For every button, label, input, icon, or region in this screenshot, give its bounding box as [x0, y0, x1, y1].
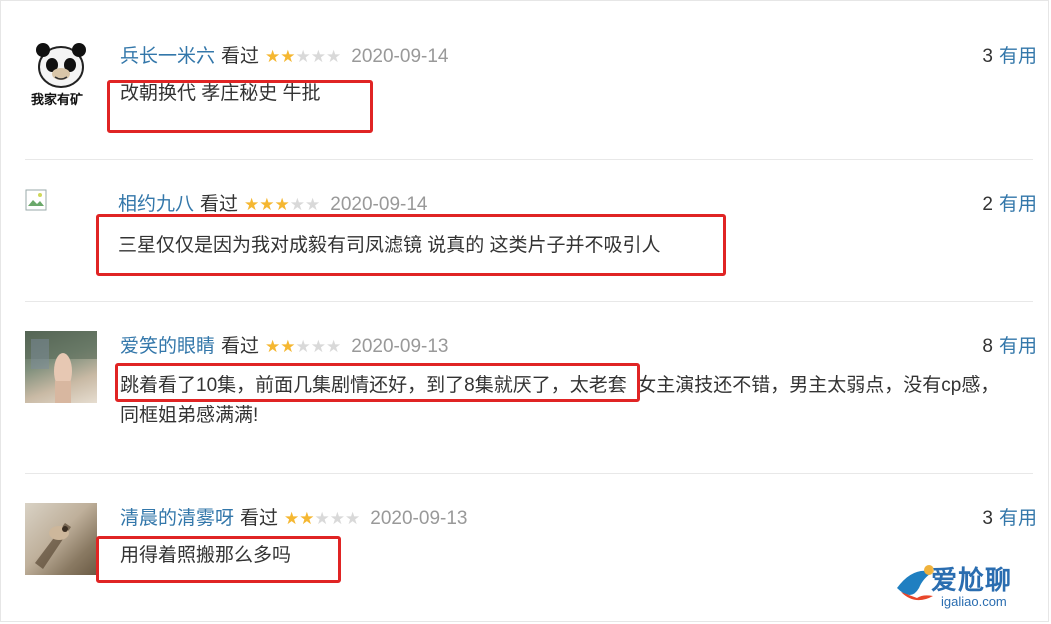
star-filled-icon: ★: [244, 195, 260, 214]
avatar[interactable]: 我家有矿: [25, 41, 97, 113]
photo-avatar-icon: [25, 331, 97, 403]
broken-image-icon: [25, 189, 47, 211]
review-comment: 改朝换代 孝庄秘史 牛批: [120, 83, 321, 104]
watched-label: 看过: [200, 194, 239, 215]
star-empty-icon: ★: [295, 47, 311, 66]
review-comment: 跳着看了10集，前面几集剧情还好，到了8集就厌了，太老套 女主演技还不错，男主太…: [120, 371, 1030, 431]
avatar[interactable]: [25, 331, 97, 403]
useful-button[interactable]: 有用: [999, 46, 1037, 67]
review-meta: 清晨的清雾呀 看过 ★★★★★ 2020-09-13: [120, 507, 467, 531]
star-filled-icon: ★: [265, 47, 281, 66]
star-empty-icon: ★: [310, 47, 327, 66]
useful-vote: 2 有用: [982, 193, 1037, 217]
watched-label: 看过: [221, 46, 260, 67]
review-date: 2020-09-14: [330, 194, 428, 215]
review-comment-line: 跳着看了10集，前面几集剧情还好，到了8集就厌了，太老套 女主演技还不错，男主太…: [120, 375, 1000, 396]
star-filled-icon: ★: [280, 47, 296, 66]
username-link[interactable]: 相约九八: [118, 194, 194, 215]
rating-stars: ★★★★★: [265, 337, 341, 356]
site-watermark: 爱尬聊 igaliao.com: [893, 554, 1043, 618]
useful-button[interactable]: 有用: [999, 508, 1037, 529]
review-item: 爱笑的眼睛 看过 ★★★★★ 2020-09-13 8 有用 跳着看了10集，前面几集剧…: [25, 331, 1037, 451]
review-item: 我家有矿 兵长一米六 看过 ★★★★★ 2020-09-14 3 有用 改朝换代 孝庄秘…: [25, 41, 1037, 141]
star-empty-icon: ★: [329, 509, 346, 528]
review-item: 相约九八 看过 ★★★★★ 2020-09-14 2 有用 三星仅仅是因为我对成毅有司凤…: [25, 189, 1037, 289]
review-comment-line: 同框姐弟感满满!: [120, 405, 259, 426]
username-link[interactable]: 兵长一米六: [120, 46, 215, 67]
star-empty-icon: ★: [326, 47, 342, 66]
useful-vote: 3 有用: [982, 45, 1037, 69]
star-filled-icon: ★: [265, 337, 281, 356]
star-filled-icon: ★: [284, 509, 300, 528]
useful-count: 8: [982, 336, 993, 357]
review-list-frame: 我家有矿 兵长一米六 看过 ★★★★★ 2020-09-14 3 有用 改朝换代 孝庄秘…: [0, 0, 1049, 622]
useful-vote: 3 有用: [982, 507, 1037, 531]
useful-button[interactable]: 有用: [999, 194, 1037, 215]
watermark-subtext: igaliao.com: [941, 594, 1007, 609]
star-empty-icon: ★: [305, 195, 321, 214]
review-date: 2020-09-14: [351, 46, 449, 67]
review-item: 清晨的清雾呀 看过 ★★★★★ 2020-09-13 3 有用 用得着照搬那么多吗: [25, 503, 1037, 603]
watched-label: 看过: [240, 508, 279, 529]
review-date: 2020-09-13: [370, 508, 468, 529]
star-filled-icon: ★: [274, 195, 290, 214]
useful-count: 2: [982, 194, 993, 215]
star-filled-icon: ★: [259, 195, 275, 214]
review-date: 2020-09-13: [351, 336, 449, 357]
review-meta: 爱笑的眼睛 看过 ★★★★★ 2020-09-13: [120, 335, 448, 359]
star-empty-icon: ★: [345, 509, 361, 528]
rating-stars: ★★★★★: [265, 47, 341, 66]
divider: [25, 473, 1033, 474]
username-link[interactable]: 爱笑的眼睛: [120, 336, 215, 357]
useful-button[interactable]: 有用: [999, 336, 1037, 357]
useful-count: 3: [982, 508, 993, 529]
watched-label: 看过: [221, 336, 260, 357]
avatar-caption: 我家有矿: [31, 92, 84, 107]
username-link[interactable]: 清晨的清雾呀: [120, 508, 234, 529]
star-empty-icon: ★: [295, 337, 311, 356]
rating-stars: ★★★★★: [284, 509, 360, 528]
useful-vote: 8 有用: [982, 335, 1037, 359]
divider: [25, 159, 1033, 160]
avatar[interactable]: [25, 189, 49, 213]
useful-count: 3: [982, 46, 993, 67]
review-comment: 三星仅仅是因为我对成毅有司凤滤镜 说真的 这类片子并不吸引人: [118, 235, 661, 256]
star-empty-icon: ★: [326, 337, 342, 356]
star-filled-icon: ★: [280, 337, 296, 356]
watermark-text: 爱尬聊: [931, 565, 1013, 595]
rating-stars: ★★★★★: [244, 195, 320, 214]
star-empty-icon: ★: [289, 195, 306, 214]
photo-avatar-icon: [35, 523, 71, 569]
star-empty-icon: ★: [310, 337, 327, 356]
divider: [25, 301, 1033, 302]
review-meta: 相约九八 看过 ★★★★★ 2020-09-14: [118, 193, 427, 217]
avatar[interactable]: [25, 503, 97, 575]
star-filled-icon: ★: [299, 509, 315, 528]
review-meta: 兵长一米六 看过 ★★★★★ 2020-09-14: [120, 45, 448, 69]
star-empty-icon: ★: [314, 509, 330, 528]
